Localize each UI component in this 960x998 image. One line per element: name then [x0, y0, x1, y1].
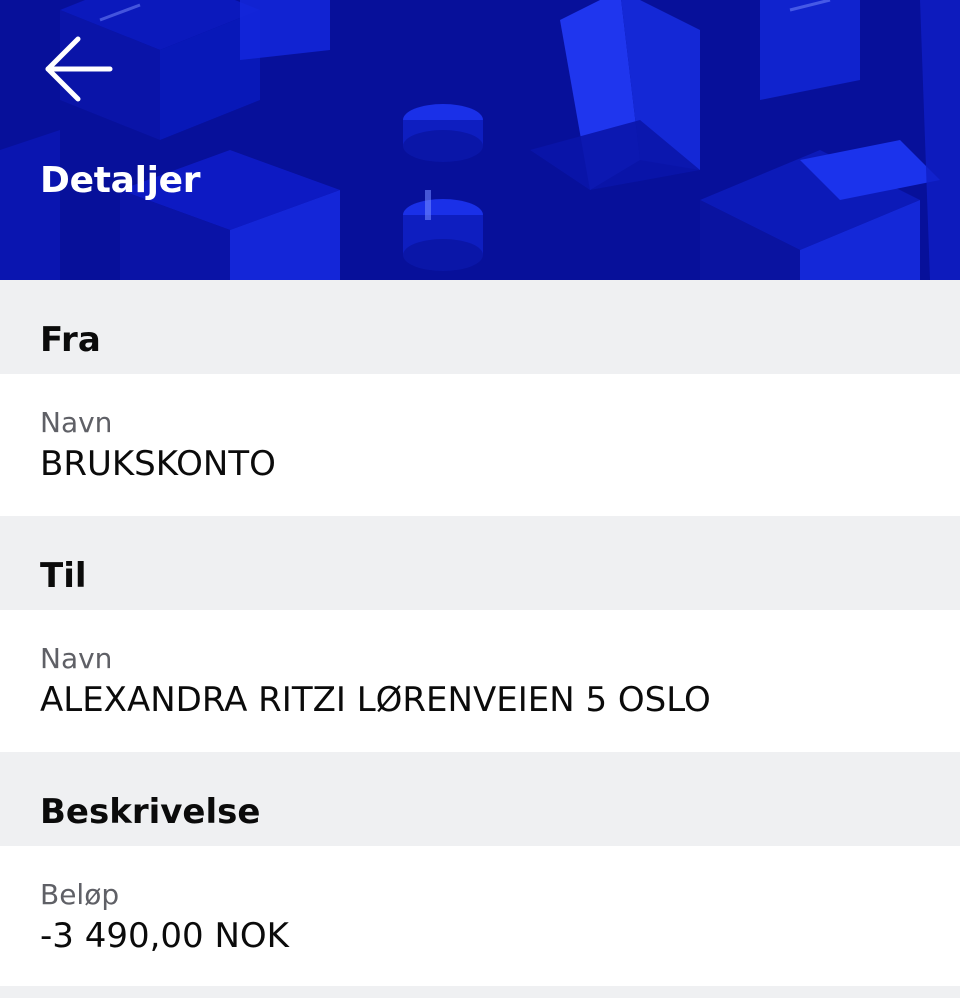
arrow-left-icon [45, 36, 113, 102]
divider [0, 986, 960, 998]
row-label: Beløp [40, 878, 120, 911]
header-banner: Detaljer [0, 0, 960, 280]
section-title: Til [40, 556, 87, 596]
back-button[interactable] [36, 30, 120, 114]
section-title: Fra [40, 320, 101, 360]
detail-row-amount: Beløp -3 490,00 NOK [0, 846, 960, 986]
section-header-from: Fra [0, 280, 960, 374]
section-header-description: Beskrivelse [0, 752, 960, 846]
page-title: Detaljer [40, 160, 201, 201]
section-header-to: Til [0, 516, 960, 610]
detail-row-from-name: Navn BRUKSKONTO [0, 374, 960, 516]
section-title: Beskrivelse [40, 792, 261, 832]
detail-row-to-name: Navn ALEXANDRA RITZI LØRENVEIEN 5 OSLO [0, 610, 960, 752]
row-value: ALEXANDRA RITZI LØRENVEIEN 5 OSLO [40, 680, 711, 720]
row-label: Navn [40, 642, 113, 675]
amount-value: -3 490,00 NOK [40, 916, 289, 956]
isometric-city-illustration [0, 0, 960, 280]
row-value: BRUKSKONTO [40, 444, 276, 484]
row-label: Navn [40, 406, 113, 439]
